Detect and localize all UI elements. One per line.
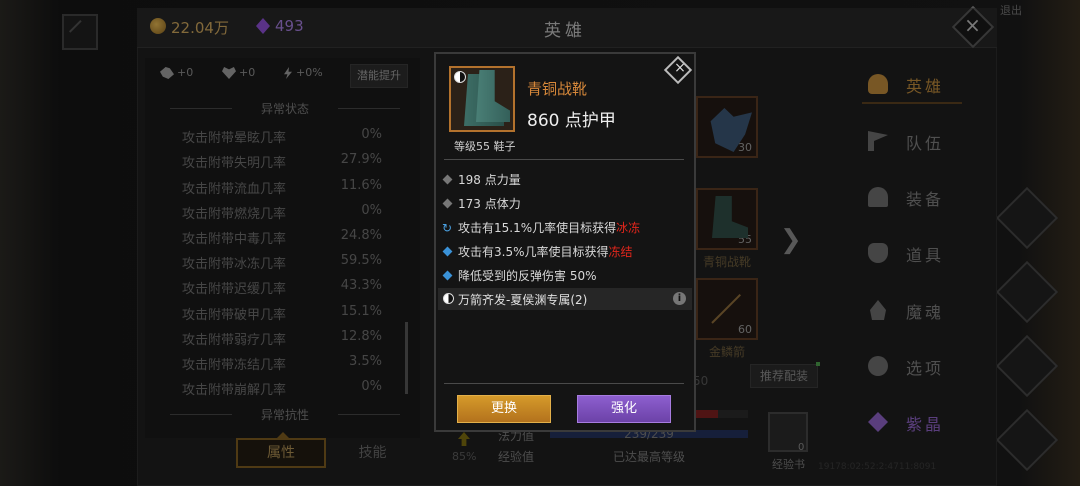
item-name: 青铜战靴 [527, 80, 588, 98]
effect-line-reflect: 降低受到的反弹伤害 50% [442, 267, 692, 287]
enhance-button[interactable]: 强化 [577, 395, 671, 423]
blue-diamond-icon [442, 246, 453, 257]
back-deco-icon[interactable] [62, 14, 98, 50]
top-right-text: 退出 [1000, 4, 1022, 17]
swirl-icon: ↻ [442, 221, 453, 235]
replace-button[interactable]: 更换 [457, 395, 551, 423]
close-icon: × [674, 59, 686, 76]
yinyang-icon [443, 293, 454, 304]
attribute-line: 173 点体力 [442, 195, 692, 215]
item-level-type: 等级55 鞋子 [454, 140, 516, 153]
set-bonus-line[interactable]: 万箭齐发-夏侯渊专属(2) i [438, 288, 692, 310]
info-icon[interactable]: i [673, 292, 686, 305]
item-armor: 860 点护甲 [527, 111, 616, 131]
diamond-bullet-icon [442, 174, 453, 185]
effect-line-frozen: 攻击有3.5%几率使目标获得冻结 [442, 243, 692, 263]
divider [444, 159, 684, 160]
divider [444, 383, 684, 384]
blue-diamond-icon [442, 270, 453, 281]
effect-line-freeze: ↻ 攻击有15.1%几率使目标获得冰冻 [442, 221, 641, 235]
diamond-bullet-icon [442, 198, 453, 209]
attribute-line: 198 点力量 [442, 171, 692, 191]
yinyang-icon [454, 71, 466, 83]
